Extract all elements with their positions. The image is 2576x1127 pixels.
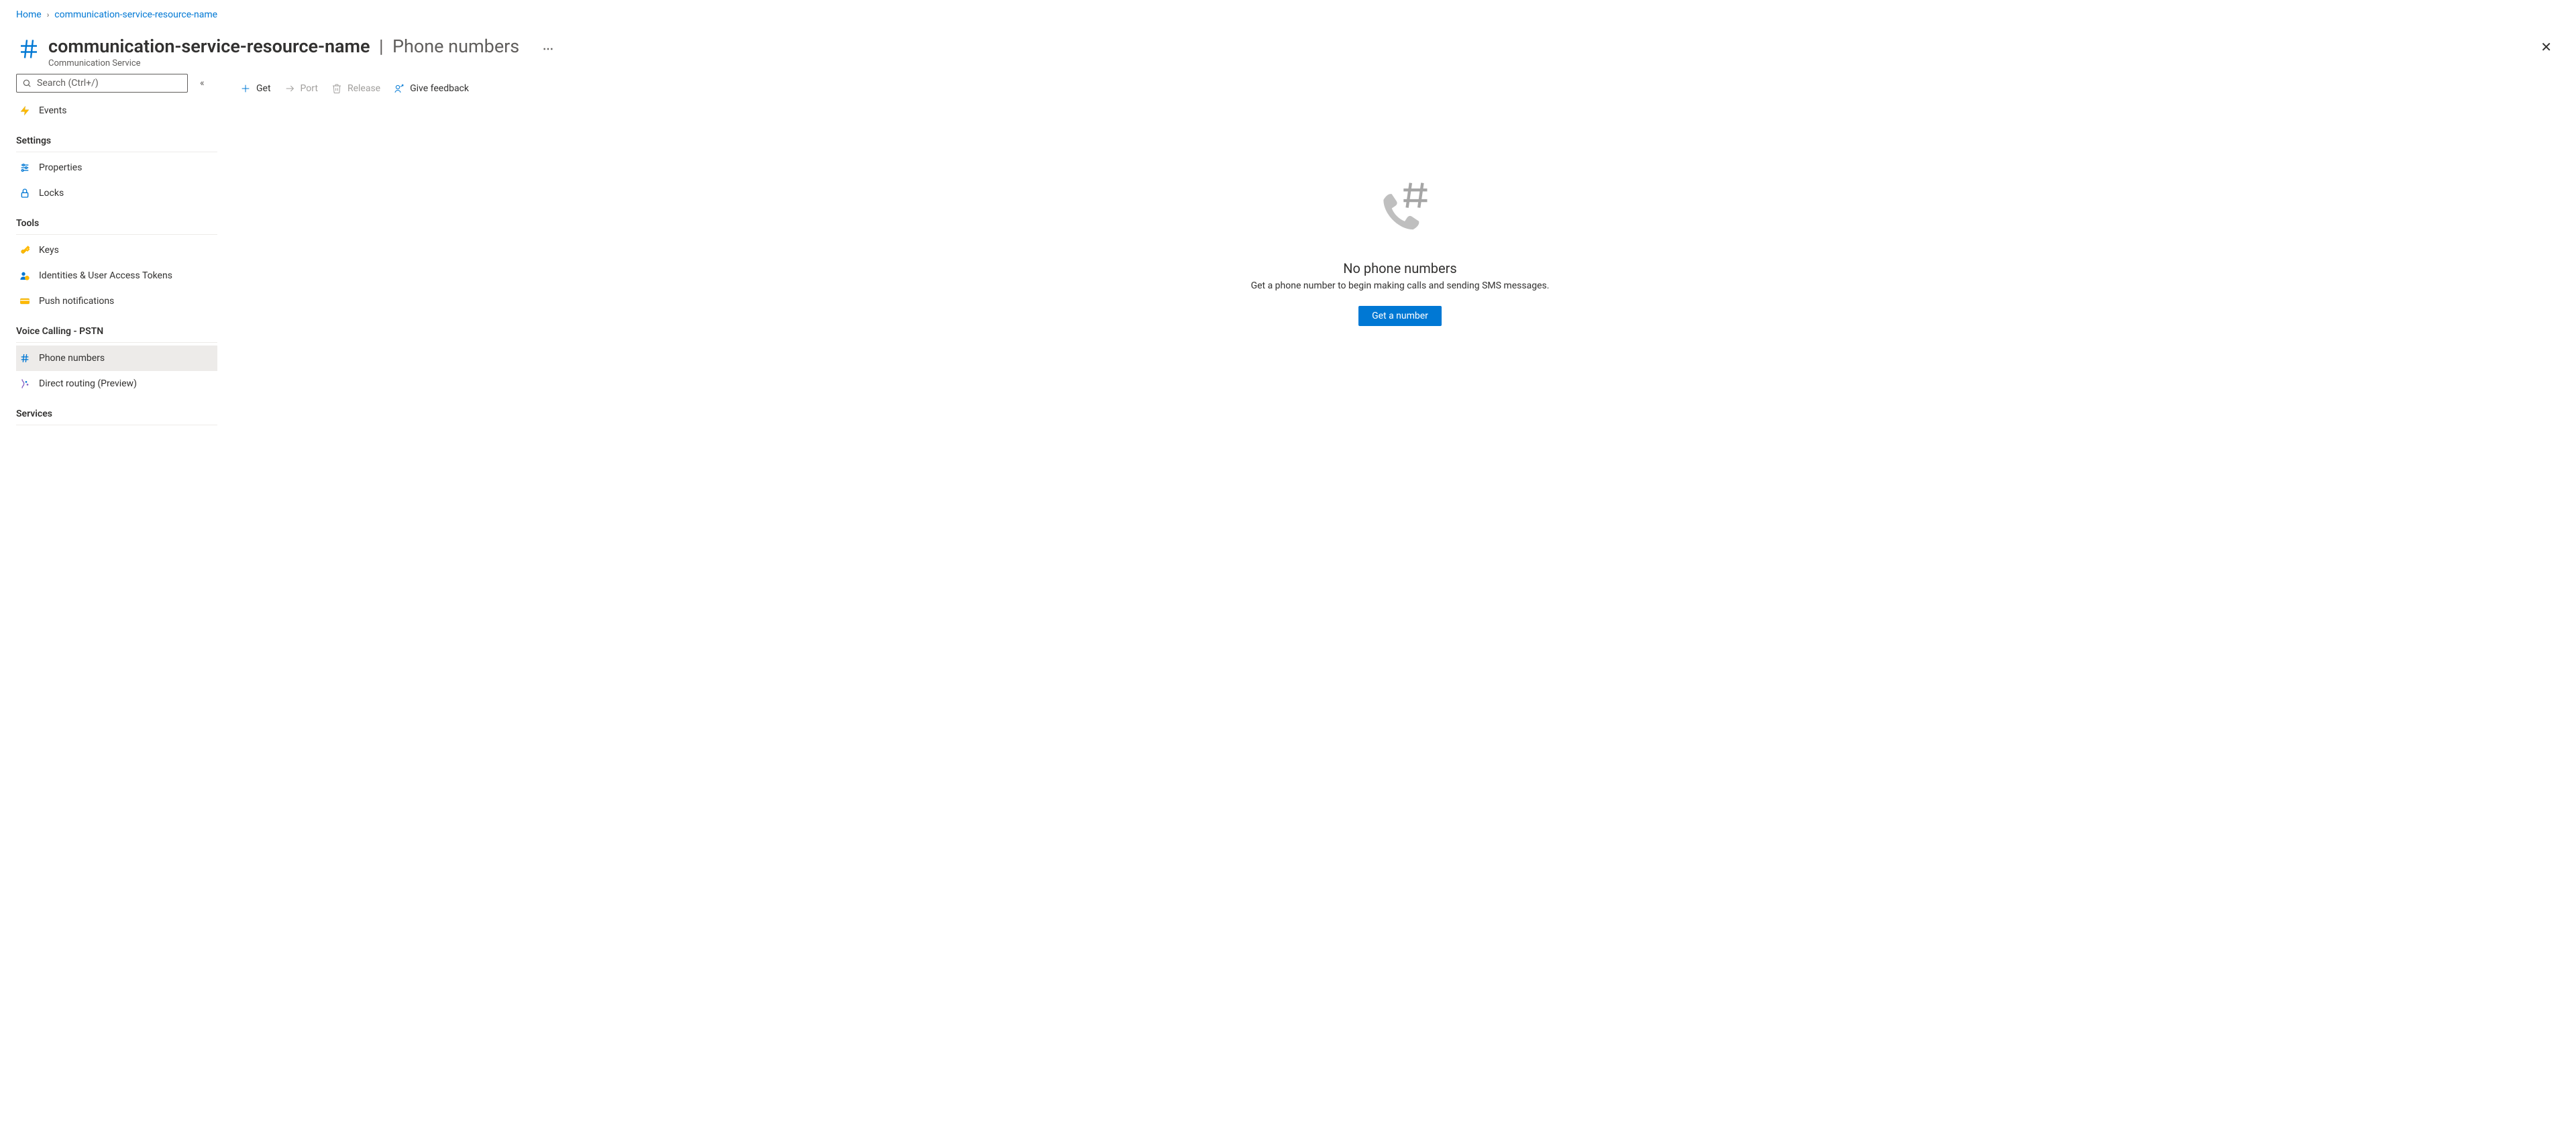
sidebar-item-label: Properties [39,162,82,173]
toolbar-get-button[interactable]: Get [240,83,271,94]
sidebar-item-direct-routing[interactable]: Direct routing (Preview) [16,371,217,396]
sidebar-item-identities[interactable]: Identities & User Access Tokens [16,263,217,288]
chevron-right-icon: › [47,10,50,19]
toolbar: Get Port Release [240,74,2560,101]
search-icon [22,78,32,88]
toolbar-release-button: Release [331,83,380,94]
sidebar-group-tools: Tools [16,206,217,235]
breadcrumb-home[interactable]: Home [16,9,42,20]
feedback-icon [394,83,405,94]
sidebar-collapse-button[interactable]: « [197,75,207,91]
sidebar: « Events Settings Properties [16,74,217,428]
sidebar-item-label: Keys [39,245,59,256]
phone-hash-icon [1371,181,1430,243]
toolbar-label: Release [347,83,380,94]
toolbar-port-button: Port [284,83,318,94]
sidebar-item-phone-numbers[interactable]: Phone numbers [16,345,217,371]
resource-type-label: Communication Service [48,58,2536,68]
page-header: communication-service-resource-name | Ph… [0,25,2576,74]
lock-icon [19,187,31,199]
plus-icon [240,83,251,94]
breadcrumb-resource[interactable]: communication-service-resource-name [54,9,217,20]
sidebar-item-keys[interactable]: Keys [16,237,217,263]
toolbar-label: Give feedback [410,83,469,94]
user-token-icon [19,270,31,282]
close-button[interactable]: ✕ [2536,36,2556,58]
sidebar-item-label: Direct routing (Preview) [39,378,137,389]
sidebar-item-label: Events [39,105,66,116]
sidebar-item-locks[interactable]: Locks [16,180,217,206]
resource-name: communication-service-resource-name [48,36,370,57]
sidebar-item-label: Identities & User Access Tokens [39,270,172,281]
sidebar-group-services: Services [16,396,217,425]
sidebar-group-voice: Voice Calling - PSTN [16,314,217,343]
sidebar-item-properties[interactable]: Properties [16,155,217,180]
sidebar-item-label: Push notifications [39,296,114,307]
get-a-number-button[interactable]: Get a number [1358,306,1442,326]
more-actions-button[interactable]: ⋯ [543,42,553,55]
routing-icon [19,378,31,390]
toolbar-label: Get [256,83,271,94]
sidebar-item-label: Phone numbers [39,353,105,364]
empty-state-description: Get a phone number to begin making calls… [1251,280,1550,291]
empty-state: No phone numbers Get a phone number to b… [1132,101,1668,326]
section-title: Phone numbers [392,36,519,57]
trash-icon [331,83,342,94]
toolbar-label: Port [301,83,318,94]
empty-state-title: No phone numbers [1343,260,1456,276]
card-icon [19,295,31,307]
key-icon [19,244,31,256]
sliders-icon [19,162,31,174]
arrow-right-icon [284,83,295,94]
main-content: Get Port Release [217,74,2576,428]
hash-icon [19,352,31,364]
hash-icon [16,36,42,62]
title-separator: | [374,36,392,57]
page-title: communication-service-resource-name | Ph… [48,36,2536,57]
sidebar-item-label: Locks [39,188,64,199]
breadcrumb: Home › communication-service-resource-na… [0,0,2576,25]
search-input-wrapper[interactable] [16,74,188,93]
sidebar-group-settings: Settings [16,123,217,152]
sidebar-item-push-notifications[interactable]: Push notifications [16,288,217,314]
search-input[interactable] [36,77,182,89]
lightning-icon [19,105,31,117]
toolbar-feedback-button[interactable]: Give feedback [394,83,469,94]
sidebar-item-events[interactable]: Events [16,98,217,123]
